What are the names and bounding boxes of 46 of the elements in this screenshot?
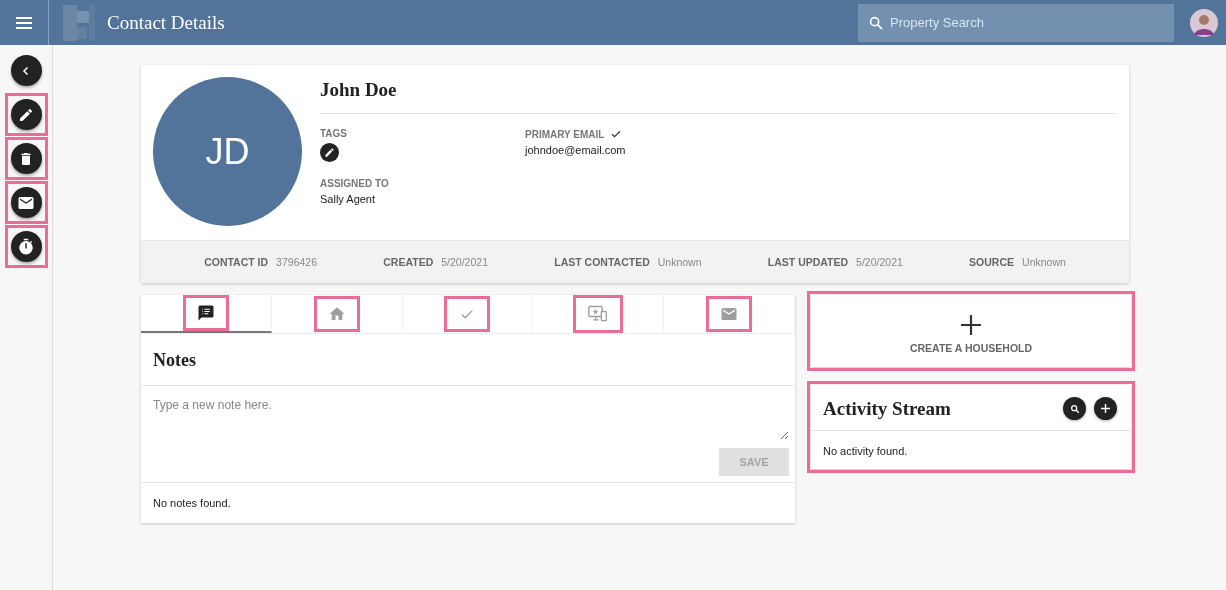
edit-button[interactable] [10,99,42,130]
user-avatar[interactable] [1190,8,1218,37]
pencil-icon [324,147,335,158]
field-label: ASSIGNED TO [320,178,389,189]
search-button[interactable] [1063,397,1086,420]
plus-icon [960,313,982,336]
back-button[interactable] [10,55,42,86]
edit-tags-button[interactable] [320,143,339,162]
note-input[interactable]: Type a new note here. [153,398,789,440]
email-button[interactable] [10,187,42,218]
stat-value: 5/20/2021 [441,256,488,268]
notes-title: Notes [141,334,795,386]
house-icon [327,305,346,323]
pencil-icon [18,106,34,123]
add-button[interactable] [1094,397,1117,420]
activity-title: Activity Stream [823,397,952,420]
field-value: johndoe@email.com [525,144,627,156]
stat-label: CONTACT ID [204,256,269,268]
page-title: Contact Details [107,11,225,34]
empty-message: No notes found. [152,496,232,511]
search-field[interactable]: Property Search [858,3,1174,42]
stat-label: LAST CONTACTED [554,256,650,268]
stat-label: SOURCE [969,256,1015,268]
search-icon [1069,403,1080,414]
devices-icon [587,304,610,324]
chat-bubble-icon [196,304,215,322]
field-value: Sally Agent [320,193,377,205]
stopwatch-icon [17,237,35,256]
delete-button[interactable] [10,143,42,174]
contact-avatar: JD [153,77,302,226]
plus-icon [1101,404,1110,413]
empty-message: No activity found. [822,444,909,459]
stat-label: CREATED [383,256,434,268]
envelope-icon [720,305,739,323]
trash-icon [18,150,34,167]
field-label: PRIMARY EMAIL [525,128,605,140]
timer-button[interactable] [10,231,42,262]
stat-value: 3796426 [276,256,317,268]
tab[interactable] [141,295,272,333]
stat-value: 5/20/2021 [856,256,903,268]
stat-value: Unknown [657,256,702,268]
menu-icon[interactable] [14,14,34,31]
field-label: TAGS [320,128,348,139]
contact-name: John Doe [320,79,1117,114]
stat-label: LAST UPDATED [767,256,849,268]
stat-value: Unknown [1022,256,1066,268]
